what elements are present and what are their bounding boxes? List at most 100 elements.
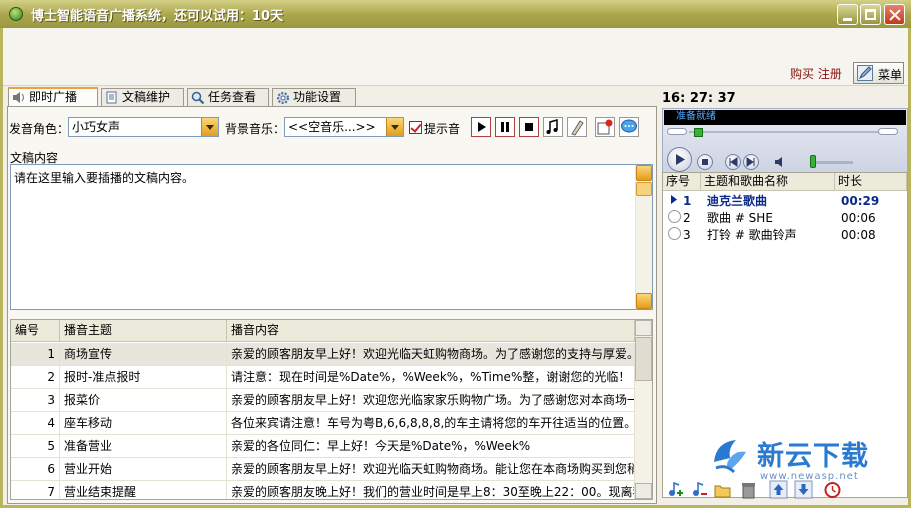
- scroll-up-icon[interactable]: [635, 320, 652, 336]
- seek-thumb[interactable]: [694, 128, 703, 137]
- watermark: 新云下载 www.newasp.net: [700, 432, 905, 487]
- chat-bubble-icon[interactable]: [619, 117, 639, 137]
- title-bar[interactable]: 博士智能语音广播系统，还可以试用：10天: [0, 0, 911, 28]
- row-topic: 座车移动: [60, 412, 227, 435]
- scroll-thumb[interactable]: [636, 182, 652, 196]
- app-logo-icon: [9, 7, 23, 21]
- row-content: 亲爱的各位同仁：早上好！今天是%Date%，%Week%: [227, 435, 635, 458]
- table-row[interactable]: 4 座车移动 各位来宾请注意！车号为粤B,6,6,8,8,8,的车主请将您的车开往适…: [11, 412, 635, 435]
- bgm-label: 背景音乐：: [225, 122, 286, 136]
- chevron-down-icon[interactable]: [386, 118, 403, 136]
- volume-thumb[interactable]: [810, 155, 816, 168]
- playlist-row[interactable]: 1 迪克兰歌曲 00:29: [663, 193, 907, 210]
- playlist-row-title: 歌曲 # SHE: [707, 211, 773, 225]
- row-topic: 营业结束提醒: [60, 481, 227, 499]
- row-content: 亲爱的顾客朋友早上好！欢迎光临天虹购物商场。能让您在本商场购买到您稍: [227, 458, 635, 481]
- watermark-logo-icon: [706, 432, 754, 480]
- minimize-button[interactable]: [837, 4, 858, 25]
- tone-label: 提示音: [424, 122, 461, 136]
- player-previous-button[interactable]: [725, 154, 741, 170]
- close-button[interactable]: [884, 4, 905, 25]
- playlist-col-duration[interactable]: 时长: [835, 173, 907, 191]
- menu-button[interactable]: 菜单: [853, 62, 904, 84]
- table-row[interactable]: 3 报菜价 亲爱的顾客朋友早上好！欢迎您光临家家乐购物广场。为了感谢您对本商场一: [11, 389, 635, 412]
- scroll-up-icon[interactable]: [636, 165, 652, 181]
- table-row[interactable]: 6 营业开始 亲爱的顾客朋友早上好！欢迎光临天虹购物商场。能让您在本商场购买到您稍: [11, 458, 635, 481]
- table-row[interactable]: 7 营业结束提醒 亲爱的顾客朋友晚上好！我们的营业时间是早上8：30至晚上22：00…: [11, 481, 635, 499]
- row-content: 亲爱的顾客朋友早上好！欢迎光临天虹购物商场。为了感谢您的支持与厚爱。: [227, 343, 635, 366]
- document-icon: [105, 91, 119, 104]
- content-scrollbar[interactable]: [635, 165, 652, 309]
- fast-forward-icon[interactable]: [878, 128, 898, 135]
- row-content: 请注意：现在时间是%Date%，%Week%，%Time%整，谢谢您的光临！: [227, 366, 635, 389]
- col-header-id[interactable]: 编号: [11, 320, 60, 342]
- row-topic: 报菜价: [60, 389, 227, 412]
- now-playing-icon: [668, 193, 681, 206]
- media-player: 准备就绪: [662, 108, 908, 174]
- player-stop-button[interactable]: [697, 154, 713, 170]
- seek-bar[interactable]: [667, 128, 904, 137]
- stop-button[interactable]: [519, 117, 539, 137]
- top-band: 购买 注册 菜单: [3, 28, 908, 86]
- app-window: 博士智能语音广播系统，还可以试用：10天 购买 注册 菜单 即时广播 文稿维护 …: [0, 0, 911, 508]
- seek-track: [689, 131, 882, 133]
- player-play-button[interactable]: [667, 147, 692, 172]
- row-topic: 准备营业: [60, 435, 227, 458]
- tab-label: 功能设置: [293, 90, 342, 104]
- playlist-col-no[interactable]: 序号: [663, 173, 701, 191]
- playlist-row-duration: 00:06: [841, 211, 876, 225]
- maximize-button[interactable]: [860, 4, 881, 25]
- play-button[interactable]: [471, 117, 491, 137]
- content-textarea[interactable]: 请在这里输入要插播的文稿内容。: [10, 164, 653, 310]
- row-id: 7: [11, 481, 60, 499]
- insert-broadcast-icon[interactable]: [595, 117, 615, 137]
- player-next-button[interactable]: [743, 154, 759, 170]
- tab-document-maintenance[interactable]: 文稿维护: [101, 88, 184, 106]
- row-topic: 营业开始: [60, 458, 227, 481]
- col-header-content[interactable]: 播音内容: [227, 320, 635, 342]
- record-voice-icon[interactable]: [567, 117, 587, 137]
- playlist-row[interactable]: 3 打铃 # 歌曲铃声 00:08: [663, 227, 907, 244]
- tab-task-view[interactable]: 任务查看: [187, 88, 269, 106]
- music-note-icon[interactable]: [543, 117, 563, 137]
- watermark-name: 新云下载: [757, 441, 869, 472]
- scroll-down-icon[interactable]: [636, 293, 652, 309]
- playlist-row-duration: 00:29: [841, 194, 880, 208]
- playlist-row-title: 打铃 # 歌曲铃声: [707, 228, 797, 242]
- table-scrollbar[interactable]: [635, 320, 652, 499]
- chevron-down-icon[interactable]: [201, 118, 218, 136]
- col-header-topic[interactable]: 播音主题: [60, 320, 227, 342]
- playlist-row-no: 1: [683, 194, 692, 208]
- buy-register-link[interactable]: 购买 注册: [790, 65, 842, 82]
- row-id: 1: [11, 343, 60, 366]
- tab-settings[interactable]: 功能设置: [272, 88, 356, 106]
- pen-icon: [857, 65, 873, 81]
- rewind-icon[interactable]: [667, 128, 687, 135]
- bgm-select[interactable]: <<空音乐...>>: [284, 117, 404, 137]
- row-id: 5: [11, 435, 60, 458]
- tab-instant-broadcast[interactable]: 即时广播: [8, 87, 98, 107]
- volume-slider[interactable]: [811, 161, 853, 164]
- script-table: 编号 播音主题 播音内容 1 商场宣传 亲爱的顾客朋友早上好！欢迎光临天虹购物商场。…: [10, 319, 653, 500]
- table-row[interactable]: 1 商场宣传 亲爱的顾客朋友早上好！欢迎光临天虹购物商场。为了感谢您的支持与厚爱。: [11, 343, 635, 366]
- player-status: 准备就绪: [664, 110, 906, 125]
- scroll-thumb[interactable]: [635, 337, 652, 381]
- voice-select[interactable]: 小巧女声: [68, 117, 219, 137]
- pause-button[interactable]: [495, 117, 515, 137]
- row-id: 2: [11, 366, 60, 389]
- scroll-down-icon[interactable]: [635, 483, 652, 499]
- scheduled-clock-icon: [668, 210, 681, 223]
- playlist-row-title: 迪克兰歌曲: [707, 194, 768, 208]
- playlist-row-no: 2: [683, 211, 691, 225]
- tone-checkbox[interactable]: [409, 121, 422, 134]
- speaker-icon: [12, 91, 26, 104]
- table-row[interactable]: 2 报时-准点报时 请注意：现在时间是%Date%，%Week%，%Time%整，谢…: [11, 366, 635, 389]
- menu-label: 菜单: [878, 68, 903, 82]
- add-song-icon[interactable]: [665, 480, 684, 499]
- playlist-row[interactable]: 2 歌曲 # SHE 00:06: [663, 210, 907, 227]
- watermark-url: www.newasp.net: [760, 471, 859, 482]
- volume-icon[interactable]: [773, 154, 789, 170]
- table-row[interactable]: 5 准备营业 亲爱的各位同仁：早上好！今天是%Date%，%Week%: [11, 435, 635, 458]
- playlist-col-title[interactable]: 主题和歌曲名称: [701, 173, 835, 191]
- content-text: 请在这里输入要插播的文稿内容。: [14, 171, 195, 185]
